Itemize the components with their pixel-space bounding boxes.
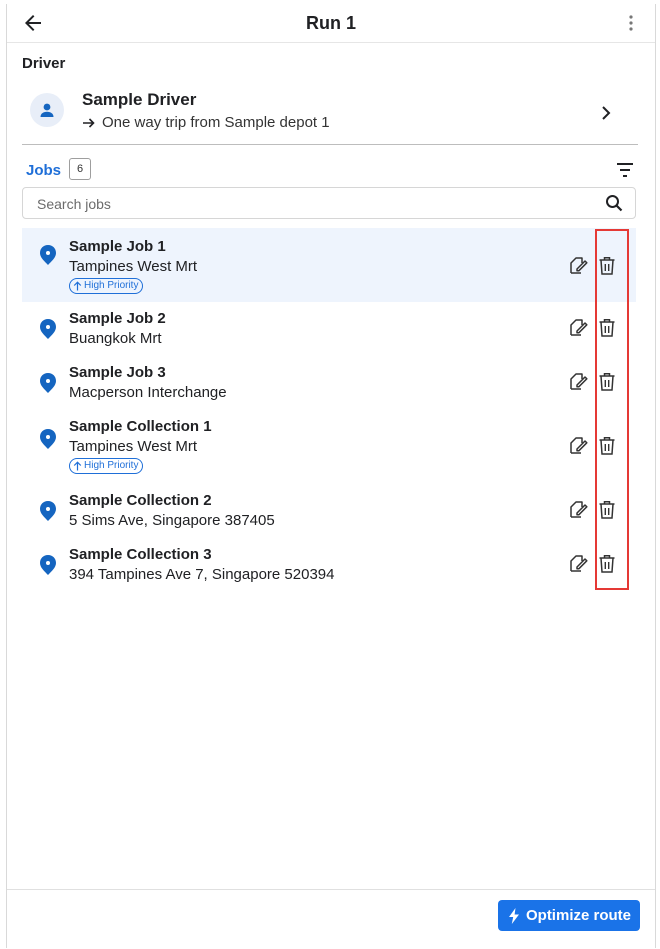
edit-icon[interactable] bbox=[568, 436, 588, 461]
list-item[interactable]: Sample Collection 2 5 Sims Ave, Singapor… bbox=[22, 484, 636, 538]
job-address: 394 Tampines Ave 7, Singapore 520394 bbox=[69, 566, 335, 583]
job-address: 5 Sims Ave, Singapore 387405 bbox=[69, 512, 275, 529]
lightning-icon bbox=[508, 907, 519, 924]
driver-section-label: Driver bbox=[22, 55, 66, 72]
trash-icon[interactable] bbox=[598, 372, 616, 397]
job-address: Tampines West Mrt bbox=[69, 438, 198, 455]
list-item[interactable]: Sample Collection 3 394 Tampines Ave 7, … bbox=[22, 538, 636, 592]
edit-icon[interactable] bbox=[568, 372, 588, 397]
list-item[interactable]: Sample Job 1 Tampines West Mrt High Prio… bbox=[22, 228, 636, 302]
priority-badge-text: High Priority bbox=[84, 460, 139, 471]
job-address: Buangkok Mrt bbox=[69, 330, 162, 347]
trash-icon[interactable] bbox=[598, 256, 616, 281]
arrow-up-icon bbox=[73, 461, 82, 471]
search-icon[interactable] bbox=[605, 194, 623, 217]
page-title: Run 1 bbox=[305, 12, 356, 33]
jobs-count-badge: 6 bbox=[69, 158, 91, 180]
job-title: Sample Collection 1 bbox=[69, 418, 212, 435]
job-title: Sample Collection 3 bbox=[69, 546, 212, 563]
search-input[interactable] bbox=[23, 188, 609, 220]
trash-icon[interactable] bbox=[598, 554, 616, 579]
filter-icon[interactable] bbox=[616, 162, 634, 183]
trash-icon[interactable] bbox=[598, 318, 616, 343]
job-list: Sample Job 1 Tampines West Mrt High Prio… bbox=[22, 228, 636, 592]
trash-icon[interactable] bbox=[598, 500, 616, 525]
more-vert-icon[interactable] bbox=[621, 11, 641, 35]
edit-icon[interactable] bbox=[568, 256, 588, 281]
back-arrow-icon[interactable] bbox=[21, 11, 45, 35]
person-icon bbox=[30, 93, 64, 127]
priority-badge-text: High Priority bbox=[84, 280, 139, 291]
arrow-right-icon bbox=[83, 117, 95, 128]
chevron-right-icon[interactable] bbox=[600, 104, 612, 127]
list-item[interactable]: Sample Job 3 Macperson Interchange bbox=[22, 356, 636, 410]
priority-badge: High Priority bbox=[69, 458, 144, 474]
list-item[interactable]: Sample Collection 1 Tampines West Mrt Hi… bbox=[22, 410, 636, 484]
map-pin-icon bbox=[38, 372, 58, 399]
job-address: Tampines West Mrt bbox=[69, 258, 198, 275]
search-box bbox=[22, 187, 636, 220]
driver-name: Sample Driver bbox=[82, 90, 197, 109]
list-item[interactable]: Sample Job 2 Buangkok Mrt bbox=[22, 302, 636, 356]
driver-trip: One way trip from Sample depot 1 bbox=[82, 114, 330, 131]
job-address: Macperson Interchange bbox=[69, 384, 227, 401]
optimize-route-label: Optimize route bbox=[525, 907, 631, 924]
job-title: Sample Job 2 bbox=[69, 310, 166, 327]
map-pin-icon bbox=[38, 318, 58, 345]
arrow-up-icon bbox=[73, 281, 82, 291]
job-title: Sample Job 3 bbox=[69, 364, 166, 381]
jobs-tab-label[interactable]: Jobs bbox=[26, 162, 61, 179]
driver-trip-text: One way trip from Sample depot 1 bbox=[102, 114, 330, 131]
map-pin-icon bbox=[38, 554, 58, 581]
priority-badge: High Priority bbox=[69, 278, 144, 294]
trash-icon[interactable] bbox=[598, 436, 616, 461]
map-pin-icon bbox=[38, 500, 58, 527]
header-bar: Run 1 bbox=[7, 4, 655, 43]
optimize-route-button[interactable]: Optimize route bbox=[497, 900, 640, 931]
jobs-header: Jobs 6 bbox=[22, 156, 638, 186]
run-panel: Run 1 Driver Sample Driver One way trip … bbox=[6, 4, 656, 948]
edit-icon[interactable] bbox=[568, 500, 588, 525]
job-title: Sample Job 1 bbox=[69, 238, 166, 255]
edit-icon[interactable] bbox=[568, 554, 588, 579]
footer-bar: Optimize route bbox=[7, 889, 655, 949]
map-pin-icon bbox=[38, 428, 58, 455]
map-pin-icon bbox=[38, 244, 58, 271]
job-title: Sample Collection 2 bbox=[69, 492, 212, 509]
edit-icon[interactable] bbox=[568, 318, 588, 343]
driver-card[interactable]: Sample Driver One way trip from Sample d… bbox=[22, 82, 638, 145]
